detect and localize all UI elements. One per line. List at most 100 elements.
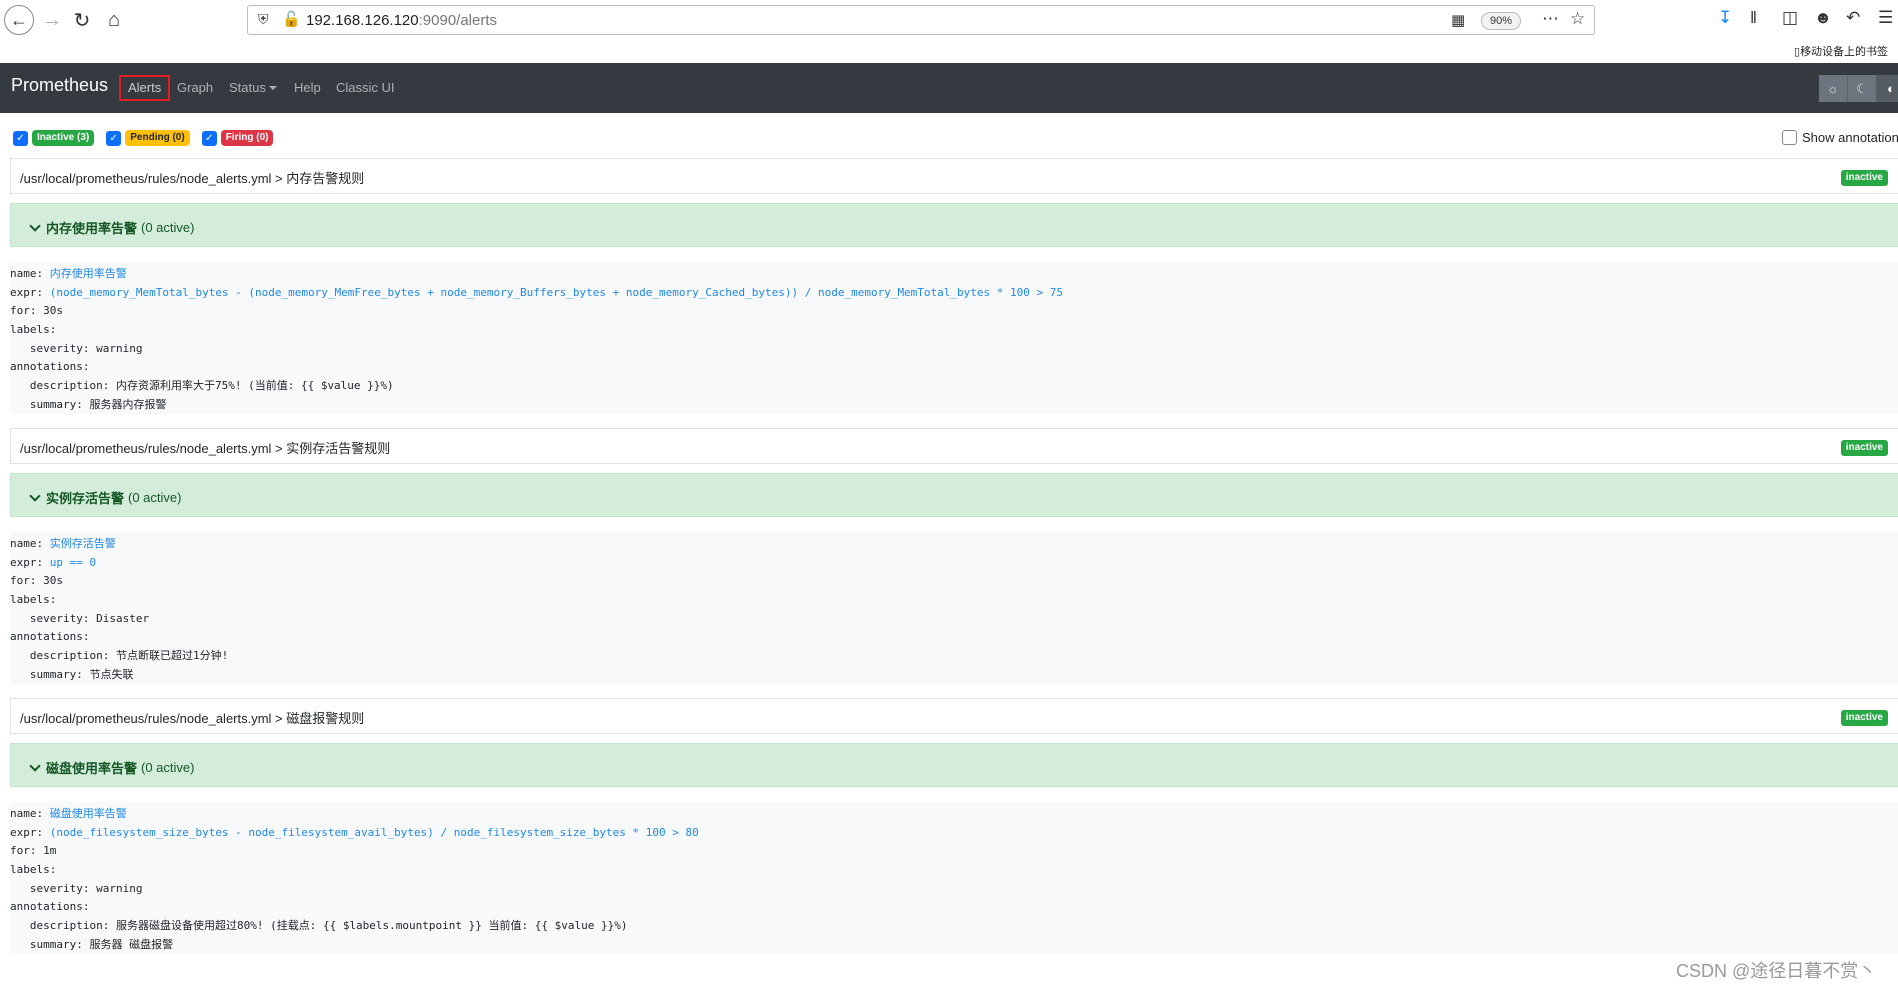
code-key: labels: — [10, 593, 57, 607]
rule-group-path: /usr/local/prometheus/rules/node_alerts.… — [20, 171, 365, 186]
light-theme-icon[interactable]: ☼ — [1819, 75, 1848, 102]
firing-count-badge: Firing (0) — [220, 130, 274, 146]
alert-rule-title[interactable]: 实例存活告警 (0 active) — [29, 488, 182, 507]
reload-icon[interactable]: ↻ — [68, 6, 96, 34]
checkbox-checked-icon[interactable]: ✓ — [13, 130, 28, 146]
expr-link[interactable]: up == 0 — [50, 556, 96, 569]
alert-rule-header[interactable]: 实例存活告警 (0 active) — [10, 473, 1898, 517]
sidebar-icon[interactable]: ◫ — [1782, 8, 1798, 28]
code-line: summary: 节点失联 — [10, 666, 1898, 685]
rule-group-path: /usr/local/prometheus/rules/node_alerts.… — [20, 441, 391, 456]
show-annotations-label: Show annotations — [1802, 130, 1898, 145]
dark-theme-icon[interactable]: ☾ — [1848, 75, 1877, 102]
code-value: 内存资源利用率大于75%! (当前值: {{ $value }}%) — [115, 379, 394, 393]
rule-name-link[interactable]: 实例存活告警 — [50, 537, 116, 550]
show-annotations-toggle[interactable]: Show annotations — [1782, 130, 1898, 145]
code-value: 1m — [43, 844, 57, 858]
nav-status[interactable]: Status — [229, 80, 277, 95]
brand-logo[interactable]: Prometheus — [11, 75, 108, 96]
code-line: for: 1m — [10, 842, 1898, 861]
rule-name-link[interactable]: 磁盘使用率告警 — [50, 807, 127, 820]
code-value: 服务器磁盘设备使用超过80%! (挂载点: {{ $labels.mountpo… — [115, 919, 628, 933]
nav-classic-ui[interactable]: Classic UI — [336, 80, 395, 95]
chevron-down-icon — [29, 489, 41, 502]
code-key: expr: — [10, 825, 50, 839]
code-value: warning — [96, 341, 143, 355]
filter-inactive[interactable]: ✓ Inactive (3) — [13, 130, 95, 146]
zoom-level[interactable]: 90% — [1481, 12, 1522, 30]
alert-rule-name: 磁盘使用率告警 — [46, 761, 138, 776]
state-filters: ✓ Inactive (3) ✓ Pending (0) ✓ Firing (0… — [13, 130, 285, 146]
alert-rule-header[interactable]: 内存使用率告警 (0 active) — [10, 203, 1898, 247]
state-badge: inactive — [1840, 170, 1888, 186]
code-key: name: — [10, 537, 50, 550]
download-icon[interactable]: ↧ — [1718, 8, 1732, 28]
filter-pending[interactable]: ✓ Pending (0) — [106, 130, 190, 146]
alert-active-count: (0 active) — [128, 490, 182, 505]
undo-icon[interactable]: ↶ — [1846, 8, 1860, 28]
alert-rule-name: 内存使用率告警 — [46, 221, 138, 236]
expr-link[interactable]: (node_filesystem_size_bytes - node_files… — [50, 826, 699, 839]
alert-active-count: (0 active) — [141, 760, 195, 775]
code-line: name: 实例存活告警 — [10, 535, 1898, 554]
code-value: 30s — [43, 304, 63, 318]
alert-rule-header[interactable]: 磁盘使用率告警 (0 active) — [10, 743, 1898, 787]
rule-name-link[interactable]: 内存使用率告警 — [50, 267, 127, 280]
code-line: annotations: — [10, 358, 1898, 377]
back-icon[interactable]: ← — [4, 5, 34, 35]
checkbox-checked-icon[interactable]: ✓ — [106, 130, 122, 146]
account-icon[interactable]: ☻ — [1814, 8, 1832, 28]
checkbox-checked-icon[interactable]: ✓ — [201, 130, 217, 146]
alert-rule-name: 实例存活告警 — [46, 491, 125, 506]
code-line: expr: (node_filesystem_size_bytes - node… — [10, 824, 1898, 843]
state-badge: inactive — [1840, 710, 1888, 726]
url-host: 192.168.126.120 — [306, 12, 419, 29]
code-key: for: — [10, 844, 44, 858]
alert-rule-title[interactable]: 内存使用率告警 (0 active) — [29, 218, 194, 237]
library-icon[interactable]: ‖ — [1750, 8, 1757, 28]
url-text[interactable]: 192.168.126.120:9090/alerts — [306, 12, 497, 29]
menu-icon[interactable]: ☰ — [1878, 8, 1893, 28]
mobile-bookmarks[interactable]: ▯移动设备上的书签 — [1794, 43, 1888, 59]
code-value: 服务器内存报警 — [89, 397, 167, 411]
code-key: severity: — [10, 881, 97, 895]
rule-group-path: /usr/local/prometheus/rules/node_alerts.… — [20, 711, 365, 726]
code-key: for: — [10, 574, 44, 588]
filter-firing[interactable]: ✓ Firing (0) — [201, 130, 274, 146]
code-line: annotations: — [10, 628, 1898, 647]
alert-rule-title[interactable]: 磁盘使用率告警 (0 active) — [29, 758, 195, 777]
mobile-bookmarks-label: 移动设备上的书签 — [1800, 46, 1889, 58]
code-key: severity: — [10, 341, 97, 355]
shield-icon[interactable]: ⛨ — [258, 11, 269, 28]
bookmark-star-icon[interactable]: ☆ — [1570, 9, 1585, 29]
checkbox-unchecked-icon[interactable] — [1782, 130, 1797, 145]
alert-rule-definition: name: 内存使用率告警 expr: (node_memory_MemTota… — [10, 262, 1898, 414]
code-line: for: 30s — [10, 302, 1898, 321]
code-line: expr: (node_memory_MemTotal_bytes - (nod… — [10, 284, 1898, 303]
code-key: severity: — [10, 611, 97, 625]
chevron-down-icon — [29, 759, 41, 772]
more-actions-icon[interactable]: ⋯ — [1542, 9, 1560, 29]
insecure-lock-icon[interactable]: 🔓 — [282, 10, 301, 28]
auto-theme-icon[interactable]: ◐ — [1877, 75, 1898, 102]
code-line: description: 节点断联已超过1分钟! — [10, 647, 1898, 666]
expr-link[interactable]: (node_memory_MemTotal_bytes - (node_memo… — [50, 286, 1063, 299]
theme-toggle: ☼ ☾ ◐ — [1819, 75, 1898, 102]
code-key: expr: — [10, 555, 50, 569]
code-line: labels: — [10, 591, 1898, 610]
inactive-count-badge: Inactive (3) — [32, 130, 95, 146]
forward-icon[interactable]: → — [38, 6, 66, 34]
qr-code-icon[interactable]: ▦ — [1451, 11, 1465, 29]
nav-alerts[interactable]: Alerts — [119, 75, 171, 101]
home-icon[interactable]: ⌂ — [100, 6, 128, 34]
nav-help[interactable]: Help — [294, 80, 321, 95]
code-line: annotations: — [10, 898, 1898, 917]
pending-count-badge: Pending (0) — [125, 130, 190, 146]
nav-graph[interactable]: Graph — [177, 80, 213, 95]
code-key: name: — [10, 807, 50, 820]
code-line: name: 内存使用率告警 — [10, 265, 1898, 284]
code-line: name: 磁盘使用率告警 — [10, 805, 1898, 824]
address-bar[interactable]: ⛨ 🔓 192.168.126.120:9090/alerts ▦ 90% ⋯ … — [247, 5, 1595, 35]
code-key: name: — [10, 267, 50, 280]
code-value: 30s — [43, 574, 63, 588]
